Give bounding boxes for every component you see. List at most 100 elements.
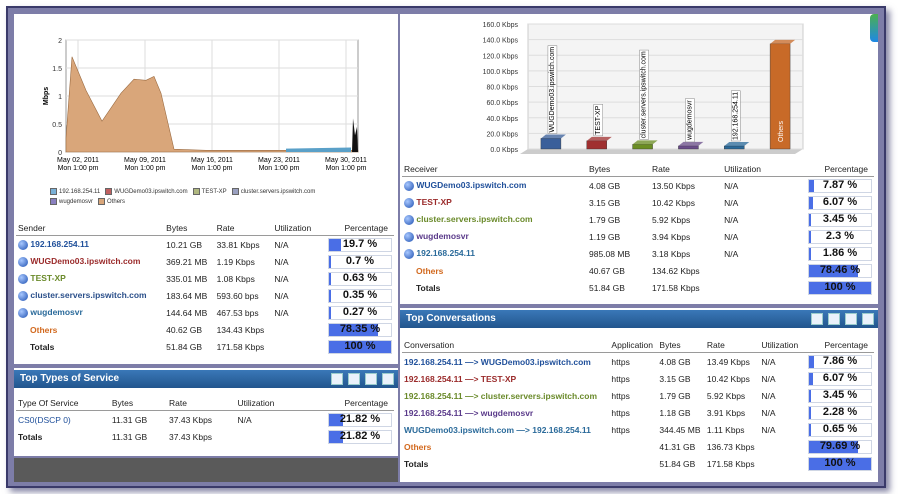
- rate-cell: 1.08 Kbps: [216, 273, 255, 284]
- table-row[interactable]: 192.168.254.11 10.21 GB 33.81 Kbps N/A 19.7 …: [16, 236, 394, 254]
- utilization-cell: N/A: [724, 231, 739, 242]
- bytes-cell: 183.64 MB: [166, 290, 208, 301]
- table-row[interactable]: 192.168.254.11 —> WUGDemo03.ipswitch.com…: [402, 353, 874, 371]
- table-row[interactable]: 192.168.254.11 —> cluster.servers.ipswit…: [402, 387, 874, 404]
- y-tick-label: 120.0 Kbps: [483, 53, 519, 60]
- tos-title: Top Types of Service: [20, 373, 120, 384]
- close-icon[interactable]: [382, 373, 394, 385]
- bytes-cell: 51.84 GB: [166, 341, 203, 352]
- info-icon[interactable]: [404, 231, 414, 242]
- table-row[interactable]: 192.168.254.11 —> wugdemosvr https 1.18 GB…: [402, 404, 874, 421]
- sender-chart-legend: 192.168.254.11 WUGDemo03.ipswitch.com TE…: [50, 187, 390, 207]
- others-label: Others: [404, 441, 432, 452]
- chart-floor: [520, 149, 803, 154]
- info-icon[interactable]: [18, 307, 28, 318]
- row-link[interactable]: WUGDemo03.ipswitch.com: [30, 256, 140, 266]
- bytes-cell: 144.64 MB: [166, 307, 208, 318]
- x-tick-label: May 23, 2011: [258, 157, 300, 164]
- table-row[interactable]: wugdemosvr 1.19 GB 3.94 Kbps N/A 2.3 %: [402, 228, 874, 245]
- edit-icon[interactable]: [331, 373, 343, 385]
- table-row[interactable]: 192.168.254.11 985.08 MB 3.18 Kbps N/A 1.86 …: [402, 245, 874, 262]
- row-link[interactable]: 192.168.254.11 —> wugdemosvr: [404, 408, 533, 418]
- table-header-row: Sender Bytes Rate Utilization Percentage: [16, 221, 394, 236]
- others-label: Others: [416, 265, 444, 276]
- info-icon[interactable]: [18, 290, 28, 301]
- top-receivers-panel: 160.0 Kbps 140.0 Kbps 120.0 Kbps 100.0 Kbps…: [400, 14, 878, 304]
- row-link[interactable]: WUGDemo03.ipswitch.com: [416, 180, 526, 190]
- table-header-row: Receiver Bytes Rate Utilization Percentage: [402, 162, 874, 177]
- row-link[interactable]: 192.168.254.11 —> WUGDemo03.ipswitch.com: [404, 357, 591, 367]
- table-row[interactable]: CS0(DSCP 0) 11.31 GB 37.43 Kbps N/A 21.82 %: [16, 411, 394, 429]
- bar-label: TEST-XP: [595, 105, 602, 135]
- row-link[interactable]: cluster.servers.ipswitch.com: [416, 214, 532, 224]
- percentage-bar: 78.46 %: [808, 263, 872, 278]
- conversations-title: Top Conversations: [406, 313, 496, 324]
- info-icon[interactable]: [404, 197, 414, 208]
- utilization-cell: N/A: [724, 248, 739, 259]
- bytes-cell: 11.31 GB: [111, 414, 148, 425]
- column-header: Rate: [167, 396, 236, 411]
- help-icon[interactable]: [365, 373, 377, 385]
- row-link[interactable]: 192.168.254.11 —> TEST-XP: [404, 374, 516, 384]
- x-tick-label: Mon 1:00 pm: [326, 165, 367, 172]
- rate-cell: 33.81 Kbps: [216, 239, 260, 250]
- table-row[interactable]: 192.168.254.11 —> TEST-XP https 3.15 GB 10.…: [402, 370, 874, 387]
- rate-cell: 3.94 Kbps: [651, 231, 691, 242]
- close-icon[interactable]: [862, 313, 874, 325]
- x-tick-label: May 30, 2011: [325, 157, 367, 164]
- info-icon[interactable]: [404, 180, 414, 191]
- info-icon[interactable]: [18, 256, 28, 267]
- edit-icon[interactable]: [811, 313, 823, 325]
- row-link[interactable]: wugdemosvr: [30, 307, 82, 317]
- utilization-cell: N/A: [724, 214, 739, 225]
- bytes-cell: 51.84 GB: [589, 282, 625, 293]
- totals-label: Totals: [416, 282, 441, 293]
- row-link[interactable]: cluster.servers.ipswitch.com: [30, 290, 146, 300]
- x-tick-label: Mon 1:00 pm: [192, 165, 233, 172]
- rate-cell: 13.50 Kbps: [651, 180, 695, 191]
- table-row[interactable]: WUGDemo03.ipswitch.com —> 192.168.254.11…: [402, 421, 874, 438]
- table-header-row: Type Of Service Bytes Rate Utilization Perce…: [16, 396, 394, 411]
- row-link[interactable]: 192.168.254.11: [416, 248, 475, 258]
- row-link[interactable]: wugdemosvr: [416, 231, 468, 241]
- rate-cell: 1.19 Kbps: [216, 256, 255, 267]
- tos-header: Top Types of Service: [14, 370, 398, 388]
- bytes-cell: 1.79 GB: [659, 390, 691, 401]
- column-header: Percentage: [318, 221, 394, 236]
- info-icon[interactable]: [18, 239, 28, 250]
- column-header: Rate: [214, 221, 273, 236]
- column-header: Conversation: [402, 338, 610, 353]
- x-tick-label: Mon 1:00 pm: [125, 165, 166, 172]
- row-link[interactable]: TEST-XP: [30, 273, 65, 283]
- totals-label: Totals: [404, 458, 429, 469]
- table-row[interactable]: wugdemosvr 144.64 MB 467.53 bps N/A 0.27 %: [16, 304, 394, 321]
- row-link[interactable]: 192.168.254.11: [30, 239, 89, 249]
- table-row[interactable]: cluster.servers.ipswitch.com 1.79 GB 5.92 …: [402, 211, 874, 228]
- column-header: Rate: [704, 338, 760, 353]
- row-link[interactable]: WUGDemo03.ipswitch.com —> 192.168.254.11: [404, 425, 591, 435]
- column-header: Percentage: [294, 396, 394, 411]
- rate-cell: 13.49 Kbps: [706, 356, 750, 367]
- sender-area-chart: 21.510.50MbpsMay 02, 2011Mon 1:00 pmMay …: [43, 38, 367, 172]
- utilization-cell: N/A: [761, 424, 776, 435]
- row-link[interactable]: CS0(DSCP 0): [18, 415, 71, 425]
- bar: [724, 145, 745, 150]
- row-link[interactable]: 192.168.254.11 —> cluster.servers.ipswit…: [404, 391, 597, 401]
- table-row[interactable]: WUGDemo03.ipswitch.com 369.21 MB 1.19 Kbps…: [16, 253, 394, 270]
- info-icon[interactable]: [404, 214, 414, 225]
- bar: [586, 140, 607, 150]
- table-row[interactable]: TEST-XP 335.01 MB 1.08 Kbps N/A 0.63 %: [16, 270, 394, 287]
- export-icon[interactable]: [828, 313, 840, 325]
- help-icon[interactable]: [845, 313, 857, 325]
- table-row[interactable]: WUGDemo03.ipswitch.com 4.08 GB 13.50 Kbps N…: [402, 177, 874, 195]
- export-icon[interactable]: [348, 373, 360, 385]
- table-row[interactable]: TEST-XP 3.15 GB 10.42 Kbps N/A 6.07 %: [402, 194, 874, 211]
- percentage-bar: 6.07 %: [808, 195, 872, 210]
- utilization-cell: N/A: [274, 256, 289, 267]
- table-row[interactable]: cluster.servers.ipswitch.com 183.64 MB 593…: [16, 287, 394, 304]
- rate-cell: 171.58 Kbps: [216, 341, 265, 352]
- info-icon[interactable]: [18, 273, 28, 284]
- row-link[interactable]: TEST-XP: [416, 197, 451, 207]
- info-icon[interactable]: [404, 248, 414, 259]
- percentage-bar: 21.82 %: [328, 429, 392, 444]
